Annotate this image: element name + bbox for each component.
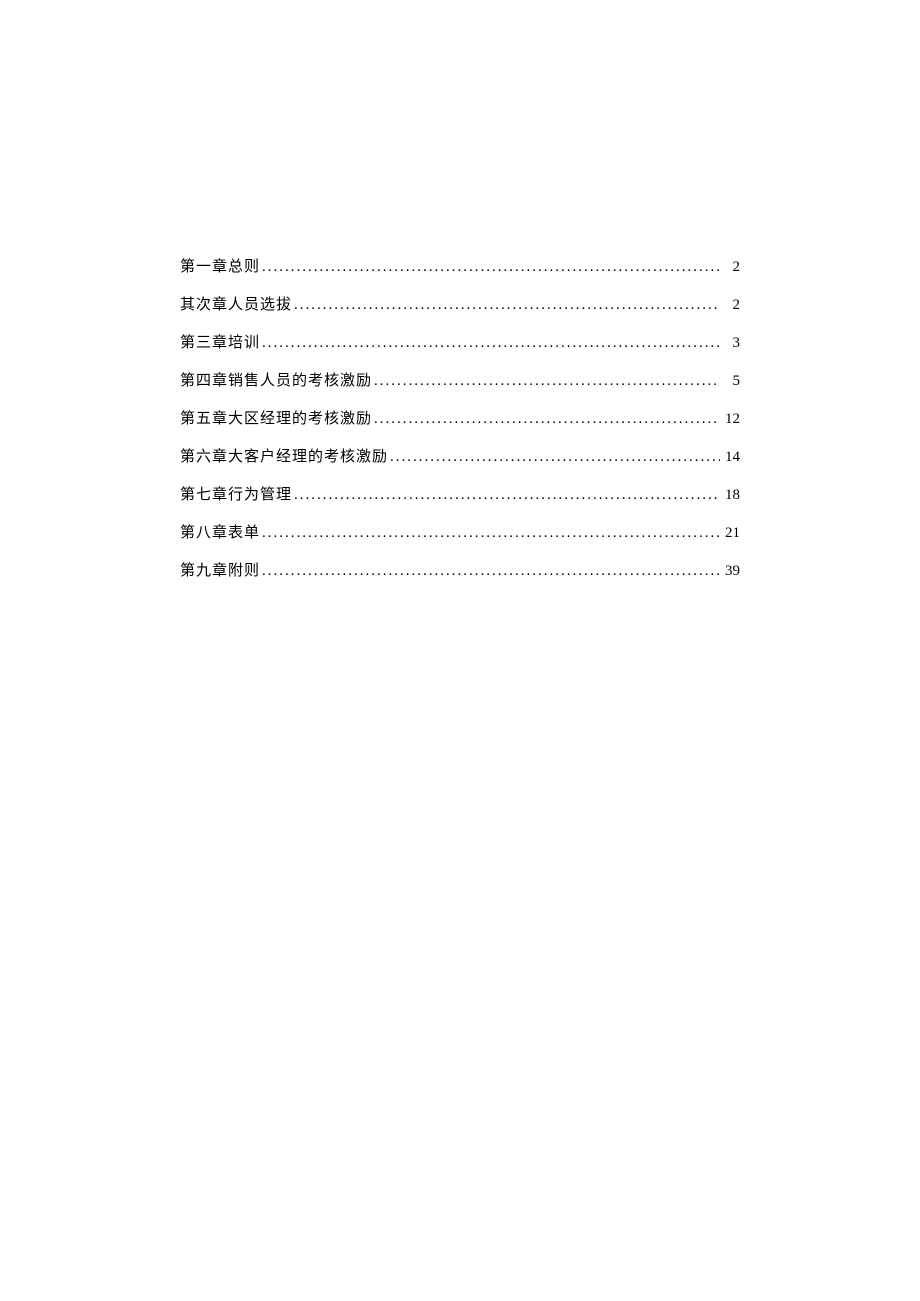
toc-entry: 第八章表单 21 (180, 521, 740, 545)
toc-dot-leader (292, 293, 720, 317)
toc-dot-leader (372, 369, 720, 393)
toc-entry: 其次章人员选拔 2 (180, 293, 740, 317)
toc-entry-page: 5 (720, 369, 740, 393)
document-page: 第一章总则 2 其次章人员选拔 2 第三章培训 3 第四章销售人员的考核激励 5… (0, 0, 920, 583)
toc-entry-title: 第一章总则 (180, 255, 260, 279)
toc-entry: 第五章大区经理的考核激励 12 (180, 407, 740, 431)
toc-entry-page: 3 (720, 331, 740, 355)
toc-entry-title: 第三章培训 (180, 331, 260, 355)
toc-entry-page: 2 (720, 255, 740, 279)
toc-entry-title: 第六章大客户经理的考核激励 (180, 445, 388, 469)
toc-entry-title: 第七章行为管理 (180, 483, 292, 507)
toc-entry-page: 21 (720, 521, 740, 545)
toc-entry: 第一章总则 2 (180, 255, 740, 279)
toc-entry-page: 12 (720, 407, 740, 431)
toc-entry-page: 2 (720, 293, 740, 317)
toc-dot-leader (388, 445, 720, 469)
toc-dot-leader (260, 331, 720, 355)
toc-dot-leader (260, 521, 720, 545)
toc-entry-title: 其次章人员选拔 (180, 293, 292, 317)
toc-entry: 第四章销售人员的考核激励 5 (180, 369, 740, 393)
toc-dot-leader (372, 407, 720, 431)
toc-entry: 第九章附则 39 (180, 559, 740, 583)
toc-dot-leader (260, 559, 720, 583)
toc-entry-title: 第九章附则 (180, 559, 260, 583)
toc-entry: 第三章培训 3 (180, 331, 740, 355)
toc-entry-page: 39 (720, 559, 740, 583)
toc-entry-title: 第四章销售人员的考核激励 (180, 369, 372, 393)
toc-dot-leader (292, 483, 720, 507)
toc-entry-title: 第五章大区经理的考核激励 (180, 407, 372, 431)
toc-entry-page: 18 (720, 483, 740, 507)
toc-entry-page: 14 (720, 445, 740, 469)
toc-entry: 第六章大客户经理的考核激励 14 (180, 445, 740, 469)
toc-entry-title: 第八章表单 (180, 521, 260, 545)
table-of-contents: 第一章总则 2 其次章人员选拔 2 第三章培训 3 第四章销售人员的考核激励 5… (180, 255, 740, 583)
toc-dot-leader (260, 255, 720, 279)
toc-entry: 第七章行为管理 18 (180, 483, 740, 507)
